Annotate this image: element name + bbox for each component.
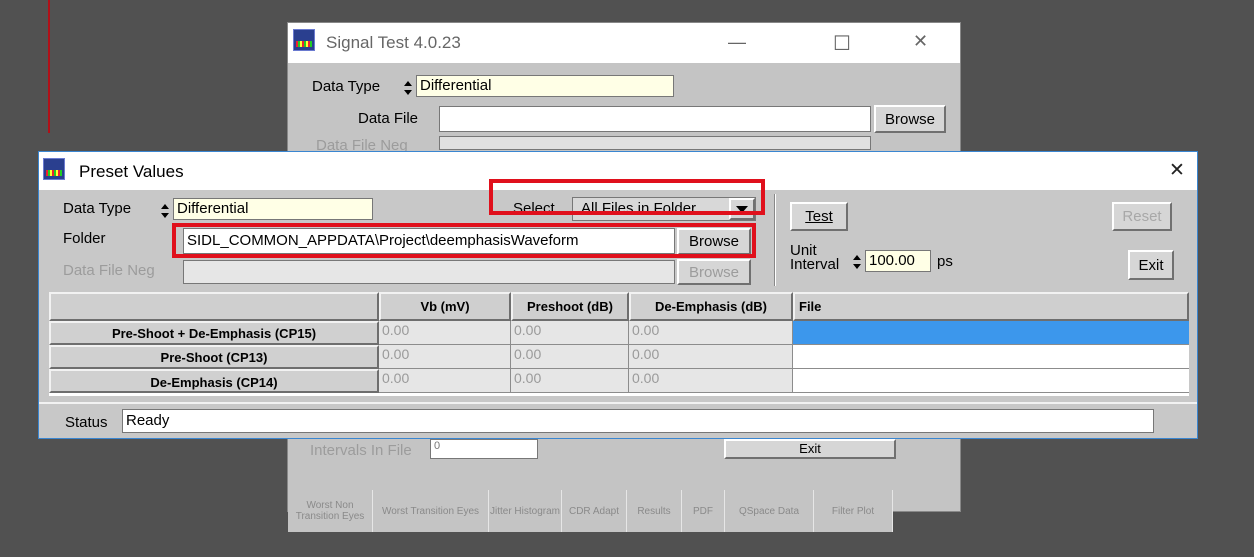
- status-label: Status: [65, 414, 108, 431]
- status-field: Ready: [122, 409, 1154, 433]
- data-file-neg-input[interactable]: [439, 136, 871, 150]
- cell-file[interactable]: [793, 345, 1189, 369]
- tab-qspace-data[interactable]: QSpace Data: [725, 490, 814, 532]
- dialog-title: Preset Values: [79, 162, 184, 181]
- data-file-label: Data File: [358, 110, 419, 127]
- unit-interval-input[interactable]: 100.00: [865, 250, 931, 272]
- tab-cdr-adapt[interactable]: CDR Adapt: [562, 490, 627, 532]
- browse-button[interactable]: Browse: [874, 105, 946, 133]
- tab-jitter-histogram[interactable]: Jitter Histogram: [489, 490, 562, 532]
- highlight-select: [489, 179, 765, 215]
- cell-vb[interactable]: 0.00: [379, 321, 511, 345]
- data-file-input[interactable]: [439, 106, 871, 132]
- folder-label: Folder: [63, 230, 106, 247]
- data-type-field[interactable]: Differential: [416, 75, 674, 97]
- data-type-label: Data Type: [63, 200, 132, 217]
- data-type-field[interactable]: Differential: [173, 198, 373, 220]
- close-icon[interactable]: ✕: [913, 31, 928, 52]
- preset-table: Vb (mV) Preshoot (dB) De-Emphasis (dB) F…: [49, 292, 1189, 396]
- column-header-file[interactable]: File: [793, 292, 1189, 321]
- app-icon: [293, 29, 315, 51]
- tab-worst-transition-eyes[interactable]: Worst Transition Eyes: [373, 490, 489, 532]
- test-label: Test: [805, 208, 833, 225]
- close-icon[interactable]: ✕: [1169, 159, 1185, 182]
- signal-test-titlebar[interactable]: Signal Test 4.0.23 — ☐ ✕: [288, 23, 960, 63]
- preset-values-dialog: Preset Values ✕ Data Type Differential S…: [38, 151, 1198, 439]
- cell-file[interactable]: [793, 369, 1189, 393]
- column-header-vb[interactable]: Vb (mV): [379, 292, 511, 321]
- column-header-preshoot[interactable]: Preshoot (dB): [511, 292, 629, 321]
- exit-button[interactable]: Exit: [1128, 250, 1174, 280]
- spinner-icon[interactable]: [160, 202, 169, 219]
- intervals-label: Intervals In File: [310, 442, 412, 459]
- status-bar: Status Ready: [39, 402, 1197, 438]
- row-header-cp14[interactable]: De-Emphasis (CP14): [49, 369, 379, 393]
- exit-button-back[interactable]: Exit: [724, 439, 896, 459]
- cell-preshoot[interactable]: 0.00: [511, 321, 629, 345]
- panel-divider: [774, 194, 776, 286]
- row-header-cp15[interactable]: Pre-Shoot + De-Emphasis (CP15): [49, 321, 379, 345]
- minimize-icon[interactable]: —: [728, 32, 746, 53]
- reset-button[interactable]: Reset: [1112, 202, 1172, 231]
- interval-label: Interval: [790, 256, 840, 273]
- app-icon: [43, 158, 65, 180]
- spinner-icon[interactable]: [852, 253, 861, 270]
- maximize-icon[interactable]: ☐: [833, 31, 851, 56]
- background-red-line: [48, 0, 50, 133]
- highlight-folder: [172, 223, 756, 258]
- column-header-deemphasis[interactable]: De-Emphasis (dB): [629, 292, 793, 321]
- window-title: Signal Test 4.0.23: [326, 33, 461, 52]
- cell-deemphasis[interactable]: 0.00: [629, 321, 793, 345]
- unit-interval-unit: ps: [937, 253, 953, 270]
- tab-worst-non-transition-eyes[interactable]: Worst Non Transition Eyes: [288, 490, 373, 532]
- tab-results[interactable]: Results: [627, 490, 682, 532]
- cell-file-selected[interactable]: [793, 321, 1189, 345]
- cell-deemphasis[interactable]: 0.00: [629, 345, 793, 369]
- tab-pdf[interactable]: PDF: [682, 490, 725, 532]
- browse-neg-button[interactable]: Browse: [677, 259, 751, 285]
- data-type-label: Data Type: [312, 78, 381, 95]
- cell-preshoot[interactable]: 0.00: [511, 345, 629, 369]
- cell-vb[interactable]: 0.00: [379, 345, 511, 369]
- test-button[interactable]: Test: [790, 202, 848, 231]
- row-header-cp13[interactable]: Pre-Shoot (CP13): [49, 345, 379, 369]
- table-corner-header: [49, 292, 379, 321]
- cell-deemphasis[interactable]: 0.00: [629, 369, 793, 393]
- spinner-icon[interactable]: [403, 79, 412, 96]
- tab-filter-plot[interactable]: Filter Plot: [814, 490, 893, 532]
- data-file-neg-input[interactable]: [183, 260, 675, 284]
- cell-vb[interactable]: 0.00: [379, 369, 511, 393]
- cell-preshoot[interactable]: 0.00: [511, 369, 629, 393]
- intervals-input[interactable]: 0: [430, 439, 538, 459]
- data-file-neg-label: Data File Neg: [63, 262, 155, 279]
